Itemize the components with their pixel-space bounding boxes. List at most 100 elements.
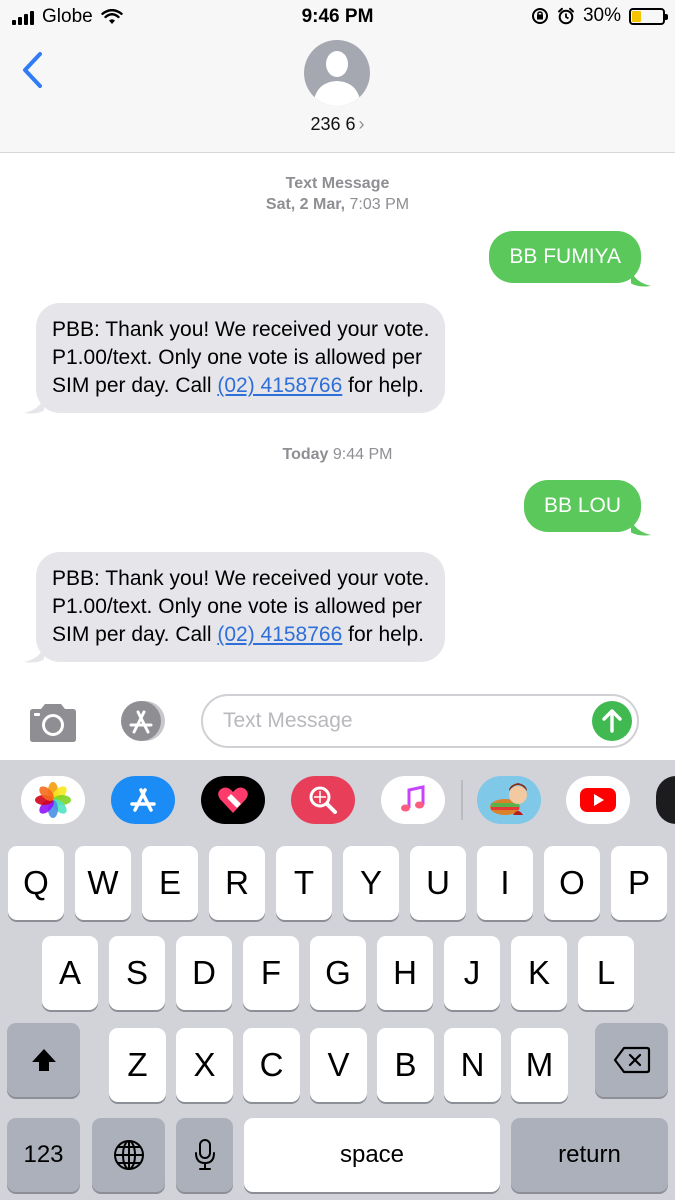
key-v[interactable]: V bbox=[310, 1028, 367, 1102]
conversation-header: 236 6 › bbox=[0, 36, 675, 153]
contact-name-label: 236 6 bbox=[310, 114, 356, 134]
incoming-message-bubble[interactable]: PBB: Thank you! We received your vote. P… bbox=[36, 552, 446, 662]
timestamp-group-1: Text Message Sat, 2 Mar, 7:03 PM bbox=[0, 173, 675, 215]
key-i[interactable]: I bbox=[477, 846, 533, 920]
key-u[interactable]: U bbox=[410, 846, 466, 920]
key-o[interactable]: O bbox=[544, 846, 600, 920]
message-line: PBB: Thank you! We received your vote. bbox=[52, 567, 430, 590]
appstore-drawer-icon[interactable] bbox=[114, 700, 170, 742]
key-w[interactable]: W bbox=[75, 846, 131, 920]
key-m[interactable]: M bbox=[511, 1028, 568, 1102]
key-c[interactable]: C bbox=[243, 1028, 300, 1102]
message-line: P1.00/text. Only one vote is allowed per bbox=[52, 346, 423, 369]
web-search-icon bbox=[309, 786, 337, 814]
message-text: BB FUMIYA bbox=[509, 245, 621, 268]
dictation-key[interactable] bbox=[176, 1118, 233, 1192]
outgoing-message-bubble[interactable]: BB LOU bbox=[523, 480, 641, 532]
phone-link[interactable]: (02) 4158766 bbox=[217, 623, 342, 646]
key-e[interactable]: E bbox=[142, 846, 198, 920]
message-text-field[interactable]: Text Message bbox=[201, 694, 639, 748]
music-icon bbox=[401, 785, 425, 812]
numbers-key-label: 123 bbox=[23, 1141, 64, 1168]
game-app-button[interactable] bbox=[477, 776, 541, 824]
phone-link[interactable]: (02) 4158766 bbox=[217, 374, 342, 397]
imessage-app-strip bbox=[0, 760, 675, 840]
timestamp-time: 9:44 PM bbox=[332, 446, 393, 463]
key-y[interactable]: Y bbox=[343, 846, 399, 920]
message-line: for help. bbox=[342, 374, 424, 397]
key-x[interactable]: X bbox=[176, 1028, 233, 1102]
timestamp-time: 7:03 PM bbox=[349, 196, 410, 213]
bubble-tail bbox=[24, 644, 44, 663]
key-h[interactable]: H bbox=[377, 936, 433, 1010]
timestamp-day: Today bbox=[282, 446, 329, 463]
app-strip-divider bbox=[461, 780, 463, 820]
more-app-button[interactable] bbox=[656, 776, 675, 824]
photos-app-button[interactable] bbox=[21, 776, 85, 824]
key-d[interactable]: D bbox=[176, 936, 232, 1010]
message-input-bar: Text Message bbox=[0, 680, 675, 760]
message-line: PBB: Thank you! We received your vote. bbox=[52, 318, 430, 341]
message-placeholder: Text Message bbox=[223, 709, 353, 732]
timestamp-day: Sat, 2 Mar, bbox=[265, 196, 346, 213]
bubble-tail bbox=[24, 395, 44, 414]
camera-icon[interactable] bbox=[26, 702, 80, 744]
appstore-app-button[interactable] bbox=[111, 776, 175, 824]
shift-key[interactable] bbox=[7, 1023, 80, 1097]
contact-avatar[interactable] bbox=[304, 40, 370, 106]
youtube-app-button[interactable] bbox=[566, 776, 630, 824]
incoming-message-bubble[interactable]: PBB: Thank you! We received your vote. P… bbox=[36, 303, 446, 413]
delete-key[interactable] bbox=[595, 1023, 668, 1097]
outgoing-message-bubble[interactable]: BB FUMIYA bbox=[489, 231, 641, 283]
message-line: for help. bbox=[342, 623, 424, 646]
key-f[interactable]: F bbox=[243, 936, 299, 1010]
game-icon bbox=[490, 783, 527, 815]
key-l[interactable]: L bbox=[578, 936, 634, 1010]
microphone-icon bbox=[194, 1139, 215, 1170]
key-j[interactable]: J bbox=[444, 936, 500, 1010]
key-t[interactable]: T bbox=[276, 846, 332, 920]
battery-percent: 30% bbox=[582, 5, 621, 26]
web-search-app-button[interactable] bbox=[291, 776, 355, 824]
alarm-icon bbox=[557, 7, 574, 25]
key-a[interactable]: A bbox=[42, 936, 98, 1010]
key-q[interactable]: Q bbox=[8, 846, 64, 920]
key-p[interactable]: P bbox=[611, 846, 667, 920]
key-n[interactable]: N bbox=[444, 1028, 501, 1102]
globe-key[interactable] bbox=[92, 1118, 165, 1192]
key-b[interactable]: B bbox=[377, 1028, 434, 1102]
globe-icon bbox=[113, 1140, 144, 1170]
photos-icon bbox=[35, 782, 71, 818]
timestamp-group-2: Today 9:44 PM bbox=[0, 444, 675, 465]
back-chevron-icon[interactable] bbox=[18, 50, 48, 90]
send-button[interactable] bbox=[592, 701, 632, 741]
music-app-button[interactable] bbox=[381, 776, 445, 824]
key-r[interactable]: R bbox=[209, 846, 265, 920]
backspace-icon bbox=[613, 1046, 650, 1074]
key-g[interactable]: G bbox=[310, 936, 366, 1010]
digital-touch-app-button[interactable] bbox=[201, 776, 265, 824]
chevron-right-icon: › bbox=[358, 114, 365, 134]
return-key-label: return bbox=[558, 1141, 621, 1168]
space-key-label: space bbox=[339, 1141, 405, 1168]
status-bar: Globe 9:46 PM 30% bbox=[0, 0, 675, 36]
bubble-tail bbox=[631, 268, 651, 287]
key-s[interactable]: S bbox=[109, 936, 165, 1010]
message-type-label: Text Message bbox=[285, 175, 390, 192]
status-right: 30% bbox=[531, 5, 668, 27]
rotation-lock-icon bbox=[531, 8, 548, 24]
key-z[interactable]: Z bbox=[109, 1028, 166, 1102]
digital-touch-icon bbox=[218, 787, 248, 813]
contact-name[interactable]: 236 6 › bbox=[0, 114, 675, 135]
message-line: SIM per day. Call bbox=[52, 374, 218, 397]
space-key[interactable]: space bbox=[244, 1118, 500, 1192]
return-key[interactable]: return bbox=[511, 1118, 668, 1192]
person-silhouette-icon bbox=[313, 51, 361, 106]
key-k[interactable]: K bbox=[511, 936, 567, 1010]
battery-icon bbox=[629, 7, 668, 25]
appstore-icon bbox=[130, 788, 156, 812]
keyboard: QWERTYUIOP ASDFGHJKL ZXCVBNM 123 space r… bbox=[0, 840, 675, 1200]
numbers-key[interactable]: 123 bbox=[7, 1118, 80, 1192]
shift-icon bbox=[31, 1049, 56, 1071]
bubble-tail bbox=[631, 517, 651, 536]
